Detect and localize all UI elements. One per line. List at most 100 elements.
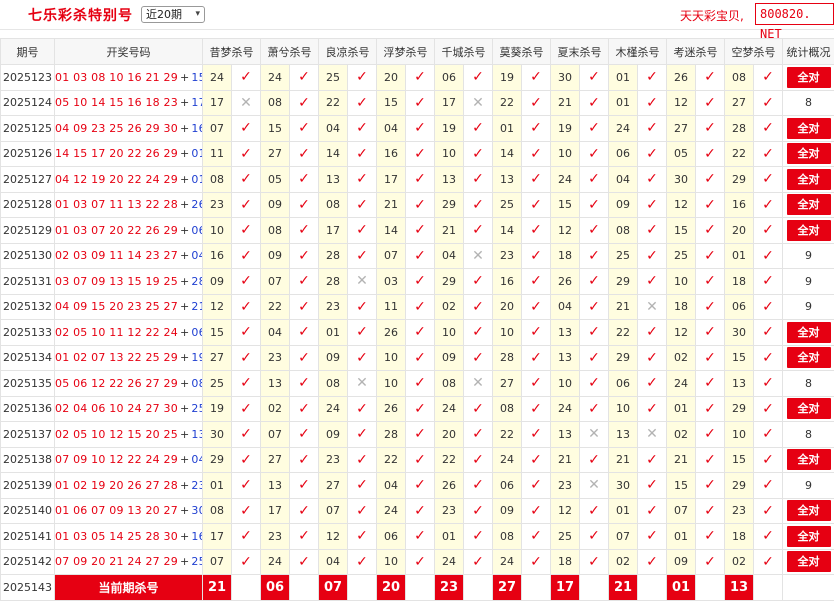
check-icon: ✓: [588, 145, 600, 162]
result-cell: ✓: [637, 268, 667, 295]
plus-sign: +: [179, 351, 190, 365]
kill-number-cell: 23: [318, 446, 348, 473]
check-icon: ✓: [762, 94, 774, 111]
check-icon: ✓: [646, 120, 658, 137]
check-icon: ✓: [530, 349, 542, 366]
result-cell: ✓: [579, 217, 609, 244]
period-select[interactable]: 近20期 ▾: [141, 6, 205, 23]
kill-number-cell: 18: [550, 242, 580, 269]
kill-number-cell: 29: [724, 395, 754, 422]
result-cell: ✓: [695, 344, 725, 371]
result-cell: ✕: [637, 421, 667, 448]
result-cell: ✓: [347, 497, 377, 524]
kill-number-cell: 22: [492, 89, 522, 116]
kill-number-cell: 22: [318, 89, 348, 116]
check-icon: ✓: [356, 222, 368, 239]
correct-count: 8: [805, 96, 812, 110]
result-cell: ✓: [347, 140, 377, 167]
result-cell: ✓: [231, 268, 261, 295]
result-cell: ✓: [579, 115, 609, 142]
check-icon: ✓: [240, 69, 252, 86]
draw-main-numbers: 01 03 07 11 13 22 28: [55, 198, 178, 212]
check-icon: ✓: [356, 171, 368, 188]
result-cell: ✓: [579, 446, 609, 473]
check-icon: ✓: [414, 400, 426, 417]
check-icon: ✓: [646, 451, 658, 468]
kill-number-cell: 07: [666, 497, 696, 524]
kill-number-cell: 04: [376, 115, 406, 142]
kill-number-cell: 14: [492, 140, 522, 167]
table-row: 202513401 02 07 13 22 25 29+1927 ✓ 23 ✓ 09 ✓ 1…: [0, 344, 834, 371]
kill-number-cell: 07: [318, 497, 348, 524]
plus-sign: +: [179, 529, 190, 543]
plus-sign: +: [179, 504, 190, 518]
check-icon: ✓: [298, 324, 310, 341]
plus-sign: +: [179, 274, 190, 288]
table-row: 202513602 04 06 10 24 27 30+2519 ✓ 02 ✓ 24 ✓ 2…: [0, 395, 834, 422]
draw-special-number: 23: [191, 478, 201, 492]
result-cell: ✓: [579, 293, 609, 320]
check-icon: ✓: [588, 451, 600, 468]
kill-number-cell: 28: [318, 242, 348, 269]
check-icon: ✓: [414, 324, 426, 341]
result-cell: ✓: [637, 242, 667, 269]
result-cell: ✓: [579, 140, 609, 167]
kill-number-cell: 01: [608, 64, 638, 91]
result-cell: ✓: [521, 140, 551, 167]
check-icon: ✓: [588, 528, 600, 545]
check-icon: ✓: [472, 400, 484, 417]
result-cell: ✓: [695, 140, 725, 167]
header-stats: 统计概况: [782, 38, 834, 65]
kill-number-cell: 01: [202, 472, 232, 499]
result-cell: ✓: [753, 242, 783, 269]
result-cell: ✓: [405, 191, 435, 218]
cross-icon: ✕: [472, 247, 484, 264]
result-cell: ✓: [463, 472, 493, 499]
all-correct-badge: 全对: [786, 194, 831, 216]
result-cell: ✓: [289, 497, 319, 524]
check-icon: ✓: [298, 375, 310, 392]
check-icon: ✓: [588, 502, 600, 519]
all-correct-badge: 全对: [786, 525, 831, 547]
result-cell: ✓: [289, 472, 319, 499]
kill-number-cell: 10: [608, 395, 638, 422]
kill-number-cell: 12: [318, 523, 348, 550]
check-icon: ✓: [356, 247, 368, 264]
check-icon: ✓: [472, 120, 484, 137]
stats-cell: 全对: [782, 140, 834, 167]
issue-cell: 2025130: [0, 242, 55, 269]
result-cell: ✓: [347, 523, 377, 550]
issue-cell: 2025142: [0, 548, 55, 575]
stats-cell: 8: [782, 89, 834, 116]
result-cell: ✓: [289, 242, 319, 269]
table-row: 202512504 09 23 25 26 29 30+1607 ✓ 15 ✓ 04 ✓ 0…: [0, 115, 834, 142]
draw-main-numbers: 01 02 07 13 22 25 29: [55, 351, 178, 365]
kill-number-cell: 24: [550, 395, 580, 422]
check-icon: ✓: [530, 273, 542, 290]
kill-number-cell: 29: [434, 191, 464, 218]
kill-number-cell: 06: [608, 370, 638, 397]
result-cell: ✓: [405, 548, 435, 575]
issue-cell: 2025126: [0, 140, 55, 167]
result-cell: ✓: [347, 191, 377, 218]
result-cell: ✓: [695, 548, 725, 575]
check-icon: ✓: [356, 324, 368, 341]
kill-number-cell: 07: [376, 242, 406, 269]
kill-number-cell: 23: [724, 497, 754, 524]
site-link[interactable]: 800820. NET: [755, 3, 834, 41]
kill-number-cell: 14: [376, 217, 406, 244]
check-icon: ✓: [472, 171, 484, 188]
result-cell: ✓: [753, 166, 783, 193]
draw-cell: 01 03 07 20 22 26 29+06: [54, 217, 203, 244]
kill-number-cell: 02: [260, 395, 290, 422]
current-kill-label: 当前期杀号: [54, 574, 203, 601]
kill-number-table: 期号 开奖号码 昔梦杀号 萧兮杀号 良凉杀号 浮梦杀号 千城杀号 莫葵杀号 夏末杀号 木槿杀号…: [0, 38, 834, 601]
kill-number-cell: 23: [260, 344, 290, 371]
issue-cell: 2025124: [0, 89, 55, 116]
stats-cell: 9: [782, 472, 834, 499]
result-cell: ✕: [579, 472, 609, 499]
stats-cell: 9: [782, 268, 834, 295]
kill-number-cell: 13: [260, 472, 290, 499]
check-icon: ✓: [356, 145, 368, 162]
check-icon: ✓: [762, 145, 774, 162]
